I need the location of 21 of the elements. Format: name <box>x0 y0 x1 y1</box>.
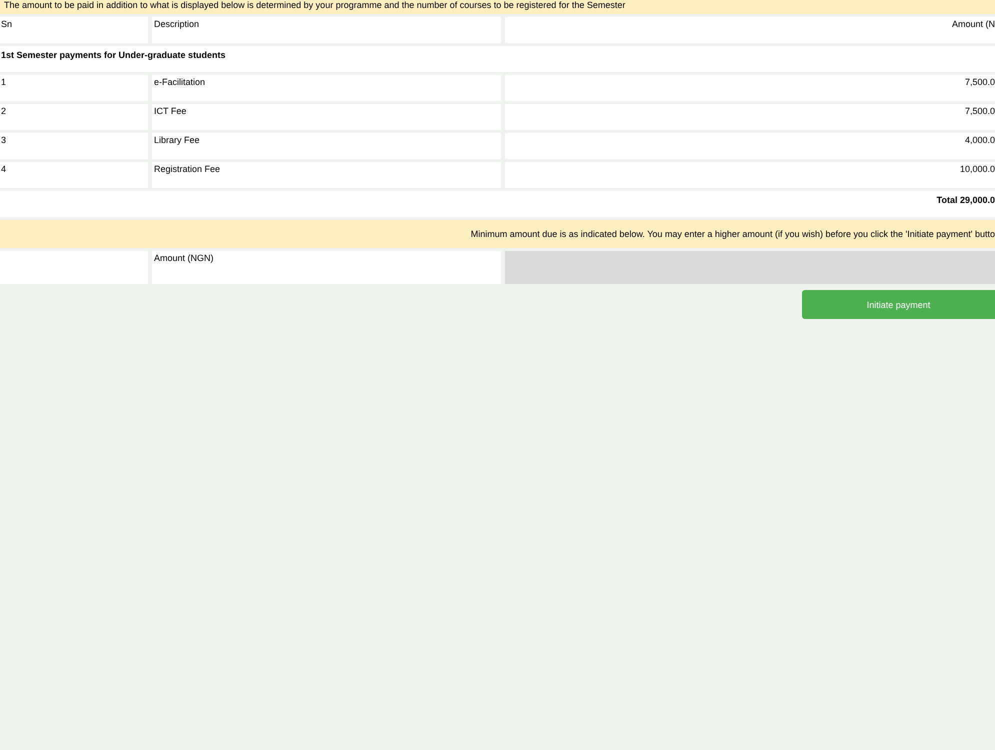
table-cell: e-Facilitation <box>152 75 501 101</box>
table-cell: 7,500.0 <box>505 75 995 101</box>
table-header-cell: Sn <box>0 17 148 43</box>
initiate-payment-button[interactable]: Initiate payment <box>802 290 995 319</box>
table-cell: 1 <box>0 75 148 101</box>
table-cell: 3 <box>0 133 148 159</box>
section-heading: 1st Semester payments for Under-graduate students <box>0 46 995 72</box>
table-cell: 7,500.0 <box>505 104 995 130</box>
table-cell: 4 <box>0 162 148 188</box>
field-label: Amount (NGN) <box>152 251 501 284</box>
table-cell: 10,000.0 <box>505 162 995 188</box>
table-cell: 4,000.0 <box>505 133 995 159</box>
notice-banner: Minimum amount due is as indicated below. You may enter a higher amount (if you wish) before you click the 'Initiate payment' butto <box>0 220 995 248</box>
table-header-cell: Description <box>152 17 501 43</box>
table-cell: Registration Fee <box>152 162 501 188</box>
total-amount: Total 29,000.0 <box>0 191 995 217</box>
table-cell: Library Fee <box>152 133 501 159</box>
table-cell: 2 <box>0 104 148 130</box>
table-header-cell: Amount (N <box>505 17 995 43</box>
table-cell: ICT Fee <box>152 104 501 130</box>
notice-banner: The amount to be paid in addition to what is displayed below is determined by your programme and the number of courses to be registered for the Semester <box>0 0 995 14</box>
